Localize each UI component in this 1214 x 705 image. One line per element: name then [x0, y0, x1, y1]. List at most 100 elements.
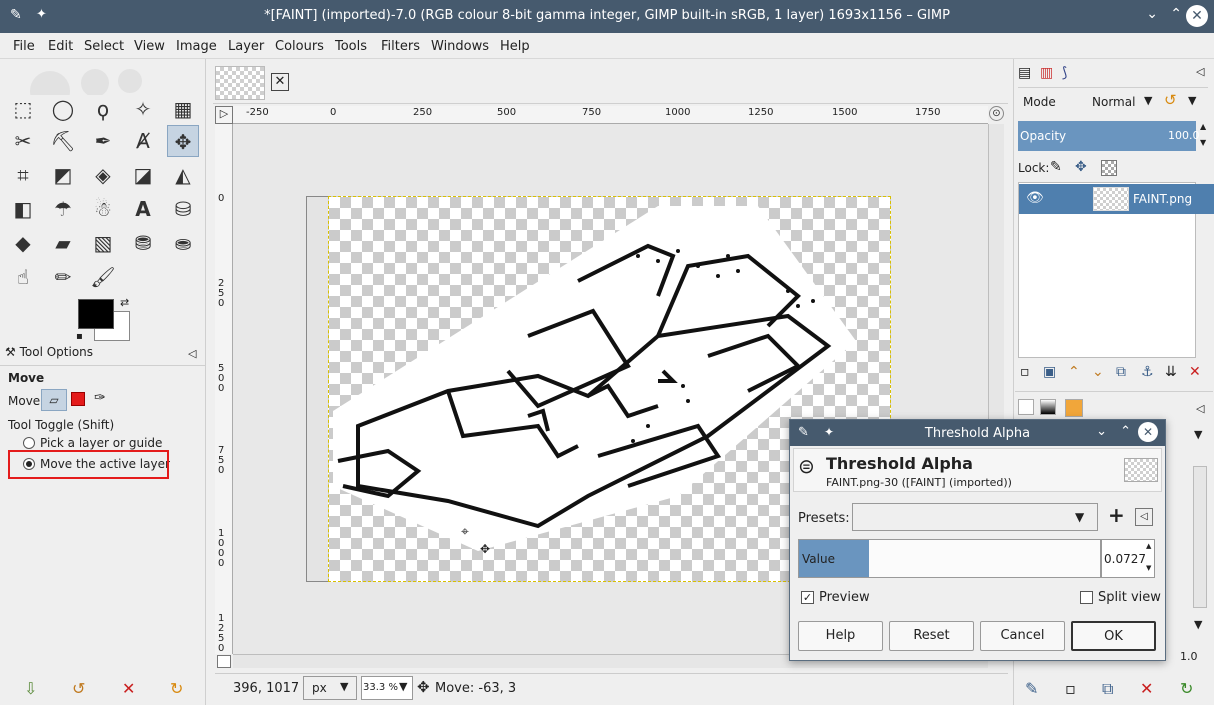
reset-button[interactable]: Reset [889, 621, 974, 651]
brushes-scrollbar[interactable] [1193, 466, 1207, 608]
clone-tool-icon[interactable]: ⛃ [127, 227, 159, 259]
cancel-button[interactable]: Cancel [980, 621, 1065, 651]
tab-channels[interactable]: ▥ [1040, 65, 1053, 81]
minimize-button[interactable]: ⌄ [1146, 6, 1158, 22]
ellipse-select-tool-icon[interactable]: ◯ [47, 93, 79, 125]
close-button[interactable]: ✕ [1186, 5, 1208, 27]
menu-image[interactable]: Image [176, 39, 217, 54]
fuzzy-select-tool-icon[interactable]: ✧ [127, 93, 159, 125]
refresh-brushes-icon[interactable]: ↻ [1180, 679, 1193, 698]
menu-layer[interactable]: Layer [228, 39, 264, 54]
reset-mode-icon[interactable]: ↺ [1164, 91, 1177, 109]
ok-button[interactable]: OK [1071, 621, 1156, 651]
pencil-tool-icon[interactable]: ✏ [47, 261, 79, 293]
opacity-slider[interactable]: Opacity 100.0 [1018, 121, 1200, 151]
radio-button[interactable] [23, 437, 35, 449]
value-spinbutton[interactable]: 0.0727 ▲ ▼ [1101, 539, 1155, 578]
raise-layer-icon[interactable]: ⌃ [1068, 364, 1080, 380]
tab-gradients[interactable] [1040, 399, 1056, 415]
delete-layer-icon[interactable]: ✕ [1189, 364, 1201, 380]
move-layer-mode-icon[interactable]: ▱ [41, 389, 67, 411]
navigate-icon[interactable]: ⊙ [989, 106, 1004, 121]
move-selection-mode-icon[interactable] [71, 392, 85, 406]
unit-select[interactable]: px ▼ [303, 676, 357, 700]
chevron-down-icon[interactable]: ▼ [1194, 428, 1202, 441]
text-tool-icon[interactable]: A [127, 193, 159, 225]
tab-layers[interactable]: ▤ [1018, 65, 1031, 81]
new-layer-icon[interactable]: ▫ [1020, 364, 1030, 380]
color-select-tool-icon[interactable]: ▦ [167, 93, 199, 125]
rotate-tool-icon[interactable]: ◈ [87, 159, 119, 191]
lock-position-icon[interactable]: ✥ [1075, 159, 1087, 175]
quick-mask-toggle-icon[interactable]: ▷ [215, 106, 233, 124]
new-brush-icon[interactable]: ▫ [1065, 679, 1076, 698]
move-tool-icon[interactable]: ✥ [167, 125, 199, 157]
chevron-down-icon[interactable]: ▼ [1188, 94, 1196, 107]
menu-tools[interactable]: Tools [335, 39, 367, 54]
maximize-button[interactable]: ⌃ [1170, 6, 1182, 22]
presets-menu-icon[interactable]: ◁ [1135, 508, 1153, 526]
image-tab-thumbnail[interactable] [215, 66, 265, 100]
zoom-corner-icon[interactable] [217, 655, 231, 668]
heal-tool-icon[interactable]: ▧ [87, 227, 119, 259]
eraser-tool-icon[interactable]: ▰ [47, 227, 79, 259]
tab-patterns[interactable] [1065, 399, 1083, 417]
preview-checkbox[interactable]: ✓ [801, 591, 814, 604]
minimize-button[interactable]: ⌄ [1096, 424, 1107, 439]
spin-down-icon[interactable]: ▼ [1200, 138, 1206, 147]
lower-layer-icon[interactable]: ⌄ [1092, 364, 1104, 380]
value-slider[interactable]: Value [798, 539, 1101, 578]
close-image-tab-icon[interactable]: ✕ [271, 73, 289, 91]
menu-edit[interactable]: Edit [48, 39, 73, 54]
lock-pixels-icon[interactable]: ✎ [1050, 159, 1062, 175]
zoom-select[interactable]: 33.3 % ▼ [361, 676, 413, 700]
edit-brush-icon[interactable]: ✎ [1025, 679, 1038, 698]
scissors-tool-icon[interactable]: ✂ [7, 125, 39, 157]
mode-select[interactable]: Normal ▼ [1070, 90, 1158, 114]
crop-tool-icon[interactable]: ⌗ [7, 159, 39, 191]
scale-tool-icon[interactable]: ◪ [127, 159, 159, 191]
presets-select[interactable]: ▼ [852, 503, 1098, 531]
tab-tool-options[interactable]: ⚒ Tool Options [5, 345, 93, 359]
chevron-down-icon[interactable]: ▼ [1194, 618, 1202, 631]
spin-up-icon[interactable]: ▲ [1146, 542, 1151, 550]
reset-options-icon[interactable]: ↻ [170, 679, 183, 698]
menu-windows[interactable]: Windows [431, 39, 489, 54]
anchor-layer-icon[interactable]: ⚓ [1141, 364, 1154, 380]
merge-down-icon[interactable]: ⇊ [1165, 364, 1177, 380]
menu-colours[interactable]: Colours [275, 39, 324, 54]
save-options-icon[interactable]: ⇩ [24, 679, 37, 698]
foreground-select-tool-icon[interactable]: ⛏ [47, 125, 79, 157]
rect-select-tool-icon[interactable]: ⬚ [7, 93, 39, 125]
duplicate-layer-icon[interactable]: ⧉ [1116, 364, 1126, 380]
puppet-tool-icon[interactable]: ☃ [87, 193, 119, 225]
menu-filters[interactable]: Filters [381, 39, 420, 54]
panel-menu-icon[interactable]: ◁ [188, 347, 196, 360]
move-path-mode-icon[interactable]: ✑ [94, 390, 106, 406]
maximize-button[interactable]: ⌃ [1120, 424, 1131, 439]
add-preset-icon[interactable]: + [1108, 503, 1125, 527]
smudge-tool-icon[interactable]: ☝ [7, 261, 39, 293]
menu-select[interactable]: Select [84, 39, 124, 54]
lock-alpha-icon[interactable] [1101, 160, 1117, 176]
bucket-fill-tool-icon[interactable]: ⛁ [167, 193, 199, 225]
panel-menu-icon[interactable]: ◁ [1196, 65, 1204, 78]
gradient-tool-icon[interactable]: ◆ [7, 227, 39, 259]
free-select-tool-icon[interactable]: ϙ [87, 93, 119, 125]
spin-up-icon[interactable]: ▲ [1200, 122, 1206, 131]
panel-menu-icon[interactable]: ◁ [1196, 402, 1204, 415]
duplicate-brush-icon[interactable]: ⧉ [1102, 679, 1113, 699]
restore-options-icon[interactable]: ↺ [72, 679, 85, 698]
layer-row[interactable]: 👁 FAINT.png [1019, 184, 1214, 214]
split-view-checkbox[interactable] [1080, 591, 1093, 604]
warp-transform-tool-icon[interactable]: ☂ [47, 193, 79, 225]
paths-tool-icon[interactable]: Ⱥ [127, 125, 159, 157]
new-layer-group-icon[interactable]: ▣ [1043, 364, 1056, 380]
tab-paths[interactable]: ⟆ [1062, 65, 1067, 81]
swap-colors-icon[interactable]: ⇄ [120, 296, 129, 309]
menu-file[interactable]: File [13, 39, 35, 54]
help-button[interactable]: Help [798, 621, 883, 651]
tab-brushes[interactable] [1018, 399, 1034, 415]
menu-help[interactable]: Help [500, 39, 530, 54]
color-picker-tool-icon[interactable]: ✒ [87, 125, 119, 157]
